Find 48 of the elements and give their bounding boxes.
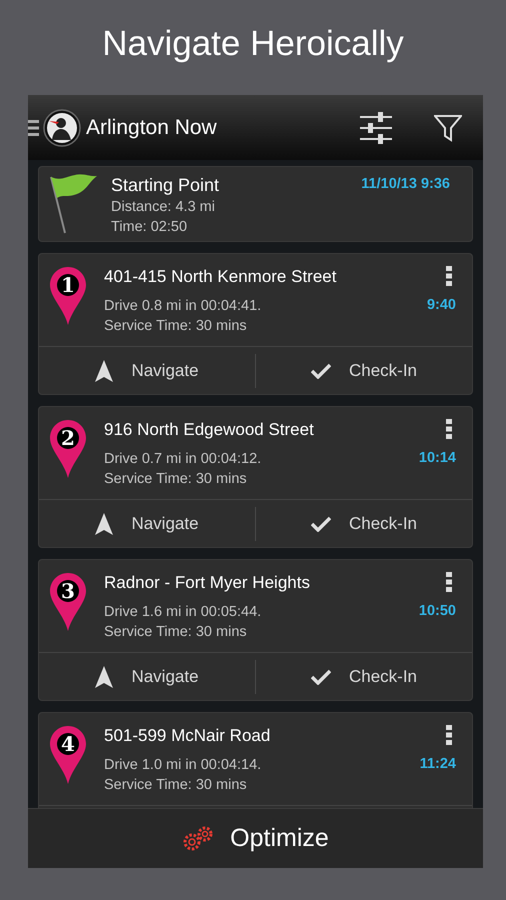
navigate-button[interactable]: Navigate <box>39 347 255 394</box>
stop-address: 501-599 McNair Road <box>104 725 272 747</box>
stop-number: 2 <box>60 426 76 450</box>
eta-time: 11:24 <box>420 755 456 774</box>
gears-icon <box>182 824 214 852</box>
start-title: Starting Point <box>111 174 220 197</box>
stop-number: 4 <box>60 732 76 756</box>
drive-info: Drive 1.6 mi in 00:05:44. <box>104 603 262 622</box>
checkmark-icon <box>310 362 331 378</box>
navigate-button[interactable]: Navigate <box>39 500 255 547</box>
stop-number: 1 <box>60 273 76 297</box>
overflow-menu-icon[interactable] <box>446 266 452 286</box>
navigate-button[interactable]: Navigate <box>39 653 255 700</box>
service-time: Service Time: 30 mins <box>104 776 248 795</box>
stop-number: 3 <box>60 579 76 603</box>
checkmark-icon <box>310 516 331 532</box>
optimize-button[interactable]: Optimize <box>28 808 483 868</box>
distance-text: Distance: 4.3 mi <box>111 198 216 217</box>
service-time: Service Time: 30 mins <box>104 317 248 336</box>
time-text: Time: 02:50 <box>111 218 188 237</box>
overflow-menu-icon[interactable] <box>446 725 452 745</box>
check-in-button[interactable]: Check-In <box>256 653 472 700</box>
drive-info: Drive 0.7 mi in 00:04:12. <box>104 450 262 469</box>
stop-address: 401-415 North Kenmore Street <box>104 266 338 288</box>
avatar-icon[interactable] <box>43 108 81 146</box>
service-time: Service Time: 30 mins <box>104 470 248 489</box>
navigation-arrow-icon <box>95 666 114 688</box>
eta-time: 9:40 <box>426 296 456 315</box>
drive-info: Drive 1.0 mi in 00:04:14. <box>104 756 262 775</box>
overflow-menu-icon[interactable] <box>446 419 452 439</box>
stop-address: Radnor - Fort Myer Heights <box>104 572 311 594</box>
navigation-arrow-icon <box>95 512 114 534</box>
eta-time: 10:50 <box>418 602 456 621</box>
drive-info: Drive 0.8 mi in 00:04:41. <box>104 297 262 316</box>
start-timestamp: 11/10/13 9:36 <box>361 175 450 194</box>
app-title: Arlington Now <box>86 114 218 141</box>
overflow-menu-icon[interactable] <box>446 572 452 592</box>
promo-title: Navigate Heroically <box>102 24 404 64</box>
check-in-button[interactable]: Check-In <box>256 500 472 547</box>
sliders-icon[interactable] <box>360 112 392 144</box>
menu-icon[interactable] <box>28 120 39 136</box>
navigation-arrow-icon <box>95 360 114 382</box>
checkmark-icon <box>310 668 331 684</box>
check-in-button[interactable]: Check-In <box>256 347 472 394</box>
eta-time: 10:14 <box>418 449 456 468</box>
service-time: Service Time: 30 mins <box>104 623 248 642</box>
filter-icon[interactable] <box>434 114 462 142</box>
stop-address: 916 North Edgewood Street <box>104 419 315 441</box>
